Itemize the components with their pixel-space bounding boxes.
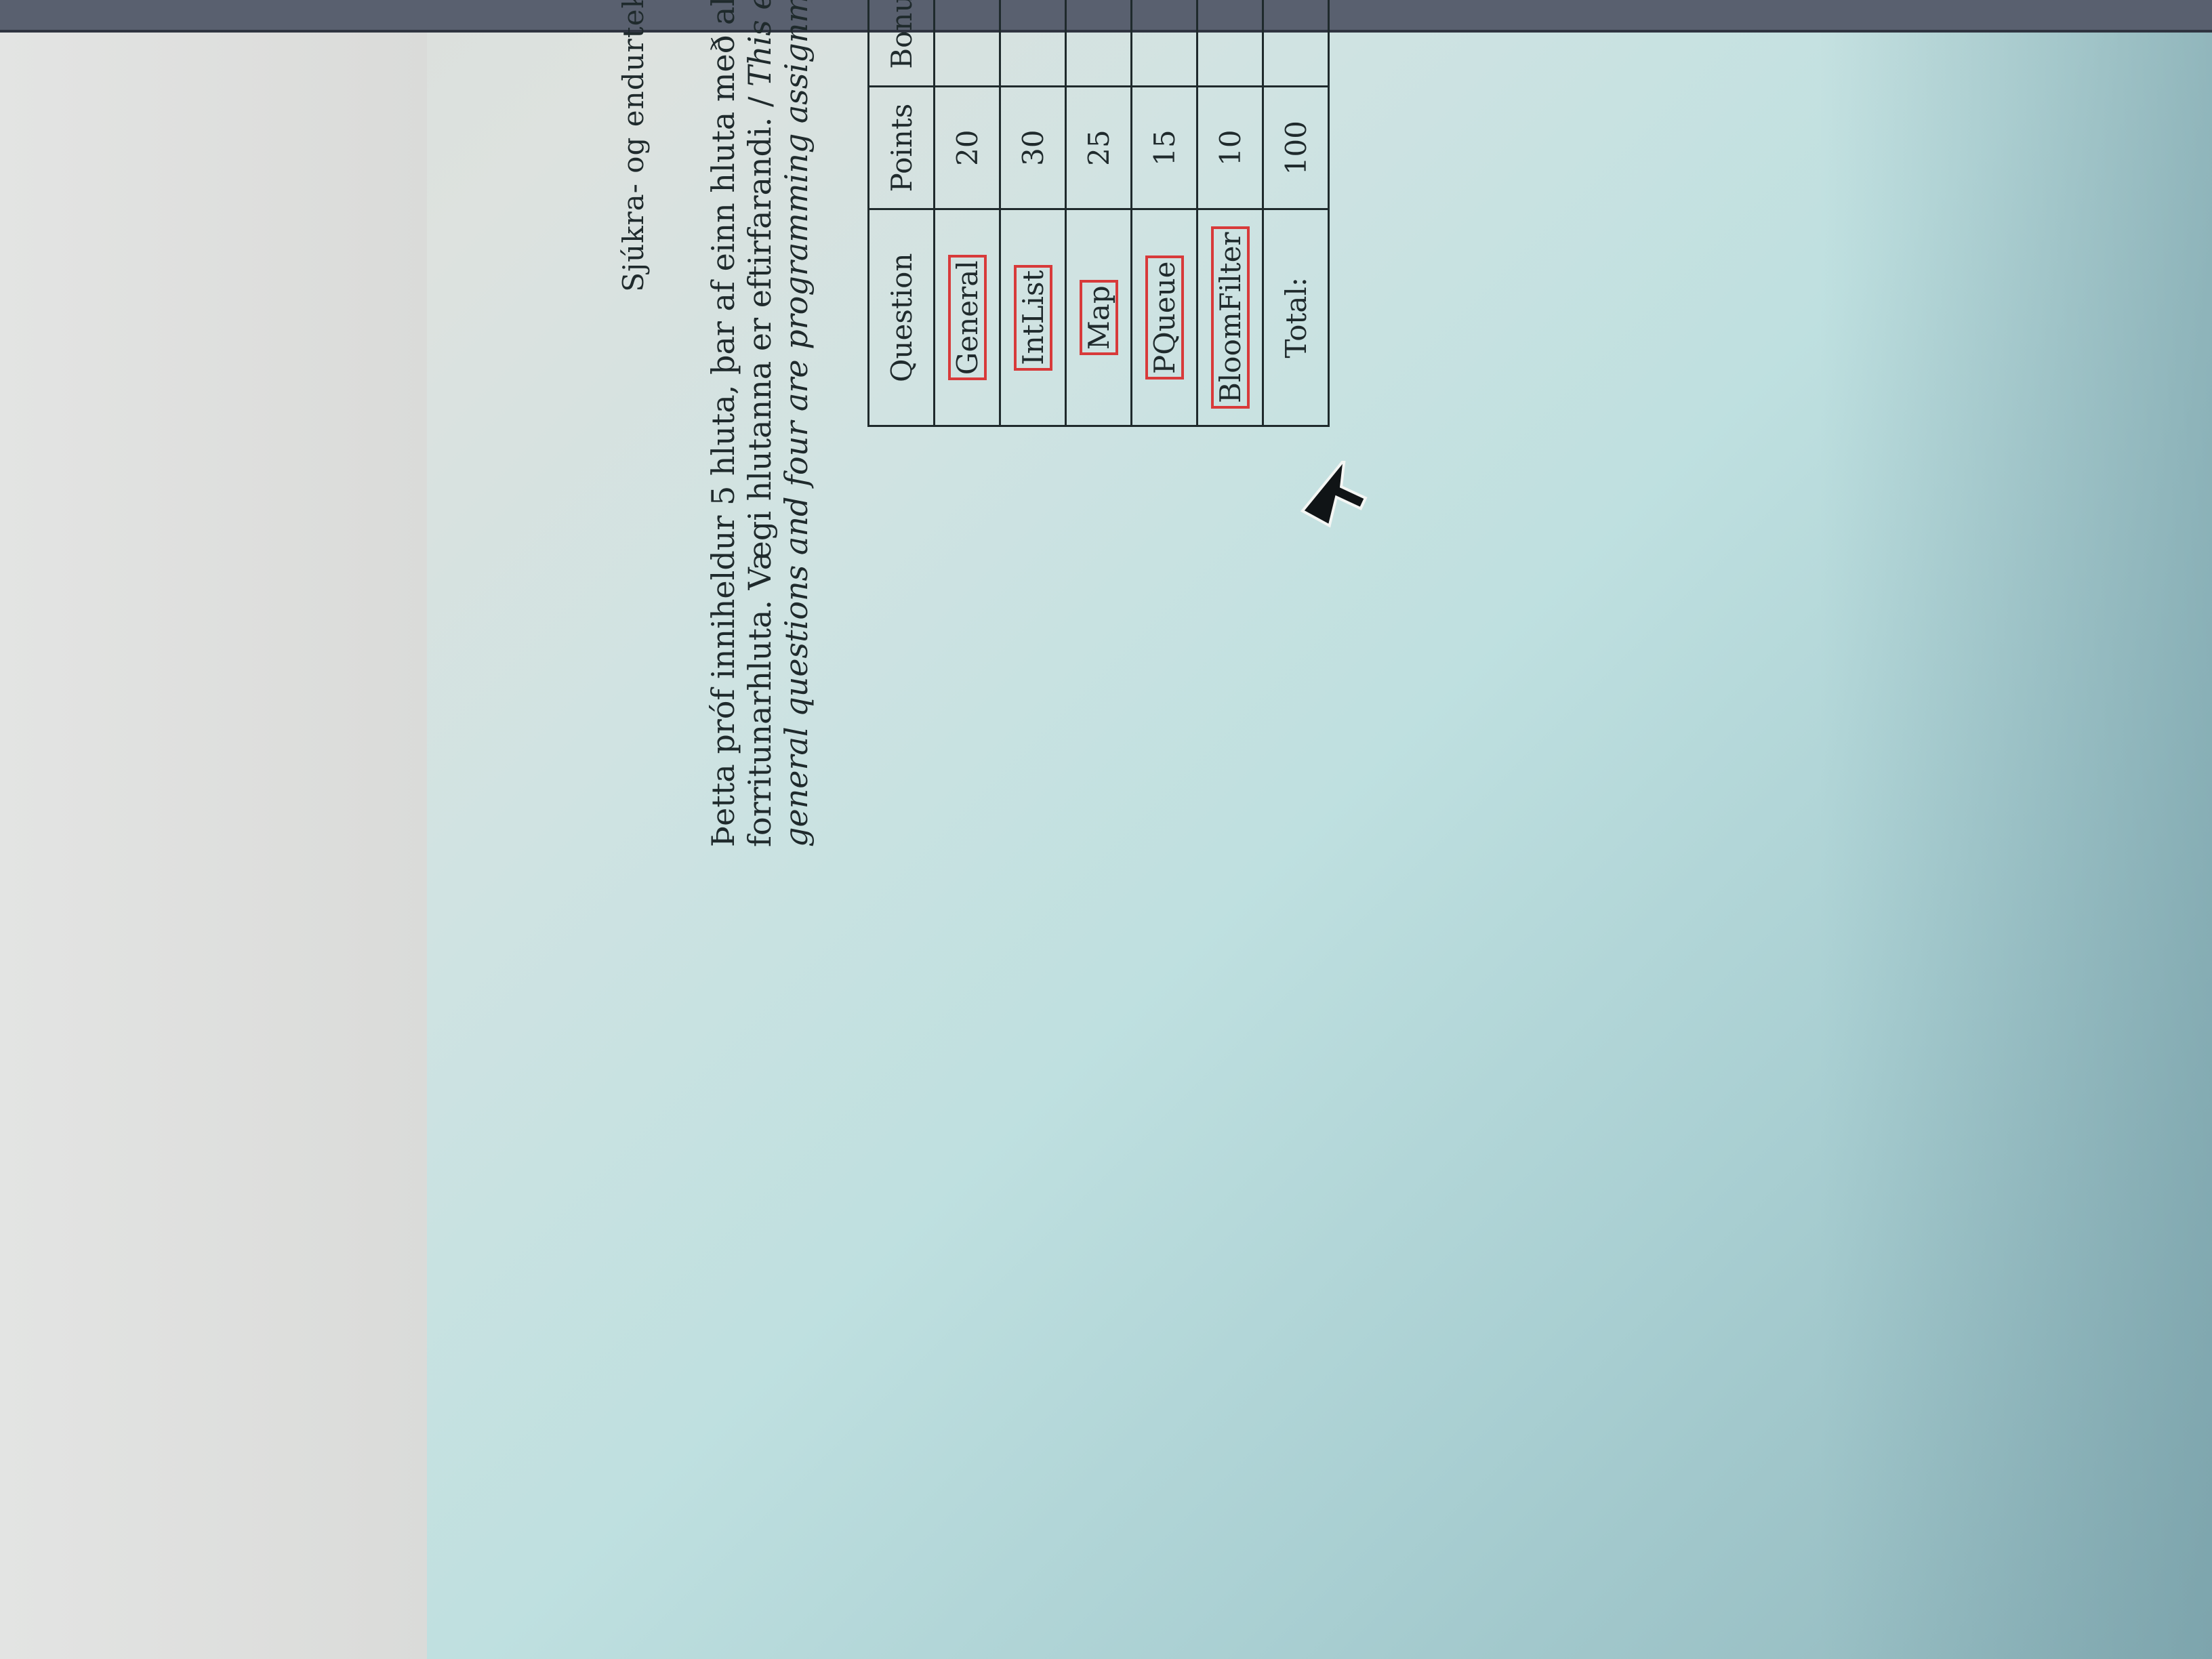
table-row: IntList 30 2 — [1000, 0, 1066, 426]
mouse-pointer-icon — [1300, 461, 1368, 528]
page-title: Sjúkra- og endurtektarpróf — [617, 0, 650, 292]
table-row: Map 25 2 — [1065, 0, 1132, 426]
bonus-cell: 2 — [1065, 0, 1132, 87]
points-cell: 25 — [1065, 86, 1132, 209]
total-label-cell: Total: — [1263, 209, 1329, 426]
document-page: Sjúkra- og endurtektarpróf Þetta próf in… — [617, 0, 1450, 847]
screen-left-area — [0, 0, 427, 1659]
question-cell: BloomFilter — [1197, 209, 1263, 426]
bonus-cell: 2 — [1000, 0, 1066, 87]
question-cell: Map — [1065, 209, 1132, 426]
total-bonus-cell: 6 — [1263, 0, 1329, 87]
question-cell: PQueue — [1131, 209, 1197, 426]
table-row: PQueue 15 0 — [1131, 0, 1197, 426]
intro-text-icelandic: Þetta próf inniheldur 5 hluta, þar af ei… — [705, 0, 778, 847]
highlighted-question: IntList — [1013, 264, 1052, 371]
total-points-cell: 100 — [1263, 86, 1329, 209]
table-row: BloomFilter 10 0 — [1197, 0, 1263, 426]
table-total-row: Total: 100 6 — [1263, 0, 1329, 426]
header-question: Question — [868, 209, 935, 426]
points-cell: 20 — [934, 86, 1000, 209]
bonus-cell: 0 — [1197, 0, 1263, 87]
table-header-row: Question Points Bonus Points — [868, 0, 935, 426]
header-points: Points — [868, 86, 935, 209]
points-table: Question Points Bonus Points General 20 … — [867, 0, 1330, 427]
question-cell: General — [934, 209, 1000, 426]
intro-paragraph: Þetta próf inniheldur 5 hluta, þar af ei… — [705, 0, 815, 847]
screen-right-shade — [1819, 0, 2212, 1659]
header-bonus-points: Bonus Points — [868, 0, 935, 87]
bonus-cell: 0 — [1131, 0, 1197, 87]
points-cell: 10 — [1197, 86, 1263, 209]
points-cell: 30 — [1000, 86, 1066, 209]
table-row: General 20 2 — [934, 0, 1000, 426]
highlighted-question: Map — [1079, 280, 1118, 356]
bonus-cell: 2 — [934, 0, 1000, 87]
question-cell: IntList — [1000, 209, 1066, 426]
points-cell: 15 — [1131, 86, 1197, 209]
highlighted-question: BloomFilter — [1210, 226, 1250, 409]
highlighted-question: PQueue — [1145, 255, 1184, 380]
highlighted-question: General — [947, 255, 987, 381]
